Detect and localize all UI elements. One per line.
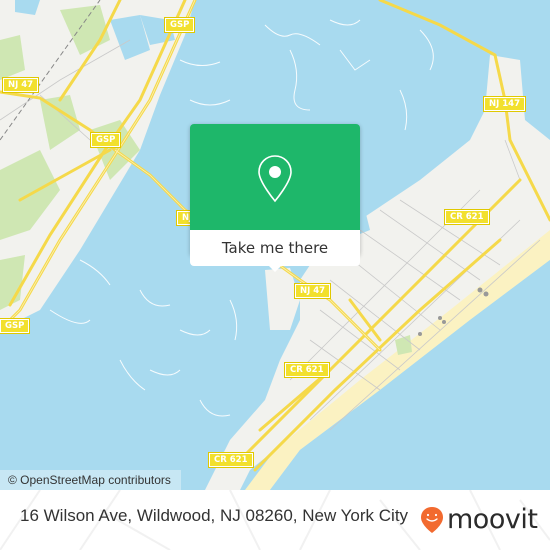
road-label-gsp-bottom-left: GSP	[0, 318, 31, 334]
road-label-nj47: NJ 47	[1, 77, 40, 93]
road-label-gsp-top: GSP	[163, 17, 196, 33]
road-label-cr621-upper: CR 621	[444, 209, 490, 225]
road-label-nj147: NJ 147	[483, 96, 526, 112]
popup-header	[190, 124, 360, 230]
road-label-gsp-mid: GSP	[89, 132, 122, 148]
moovit-pin-icon	[421, 507, 443, 533]
map-attribution[interactable]: © OpenStreetMap contributors	[0, 470, 181, 490]
popup-pointer	[267, 264, 283, 272]
map-pin-icon	[258, 155, 292, 203]
road-label-cr621-mid: CR 621	[284, 362, 330, 378]
road-label-nj47-center: NJ 47	[293, 283, 332, 299]
destination-popup: Take me there	[190, 124, 360, 272]
moovit-wordmark: moovit	[447, 504, 538, 535]
destination-address: 16 Wilson Ave, Wildwood, NJ 08260, New Y…	[20, 506, 409, 525]
map-view[interactable]: GSP NJ 47 GSP NJ 47 NJ 147 CR 621 NJ 47 …	[0, 0, 550, 490]
take-me-there-button[interactable]: Take me there	[190, 230, 360, 266]
road-label-cr621-lower: CR 621	[208, 452, 254, 468]
moovit-logo[interactable]: moovit	[420, 504, 538, 535]
